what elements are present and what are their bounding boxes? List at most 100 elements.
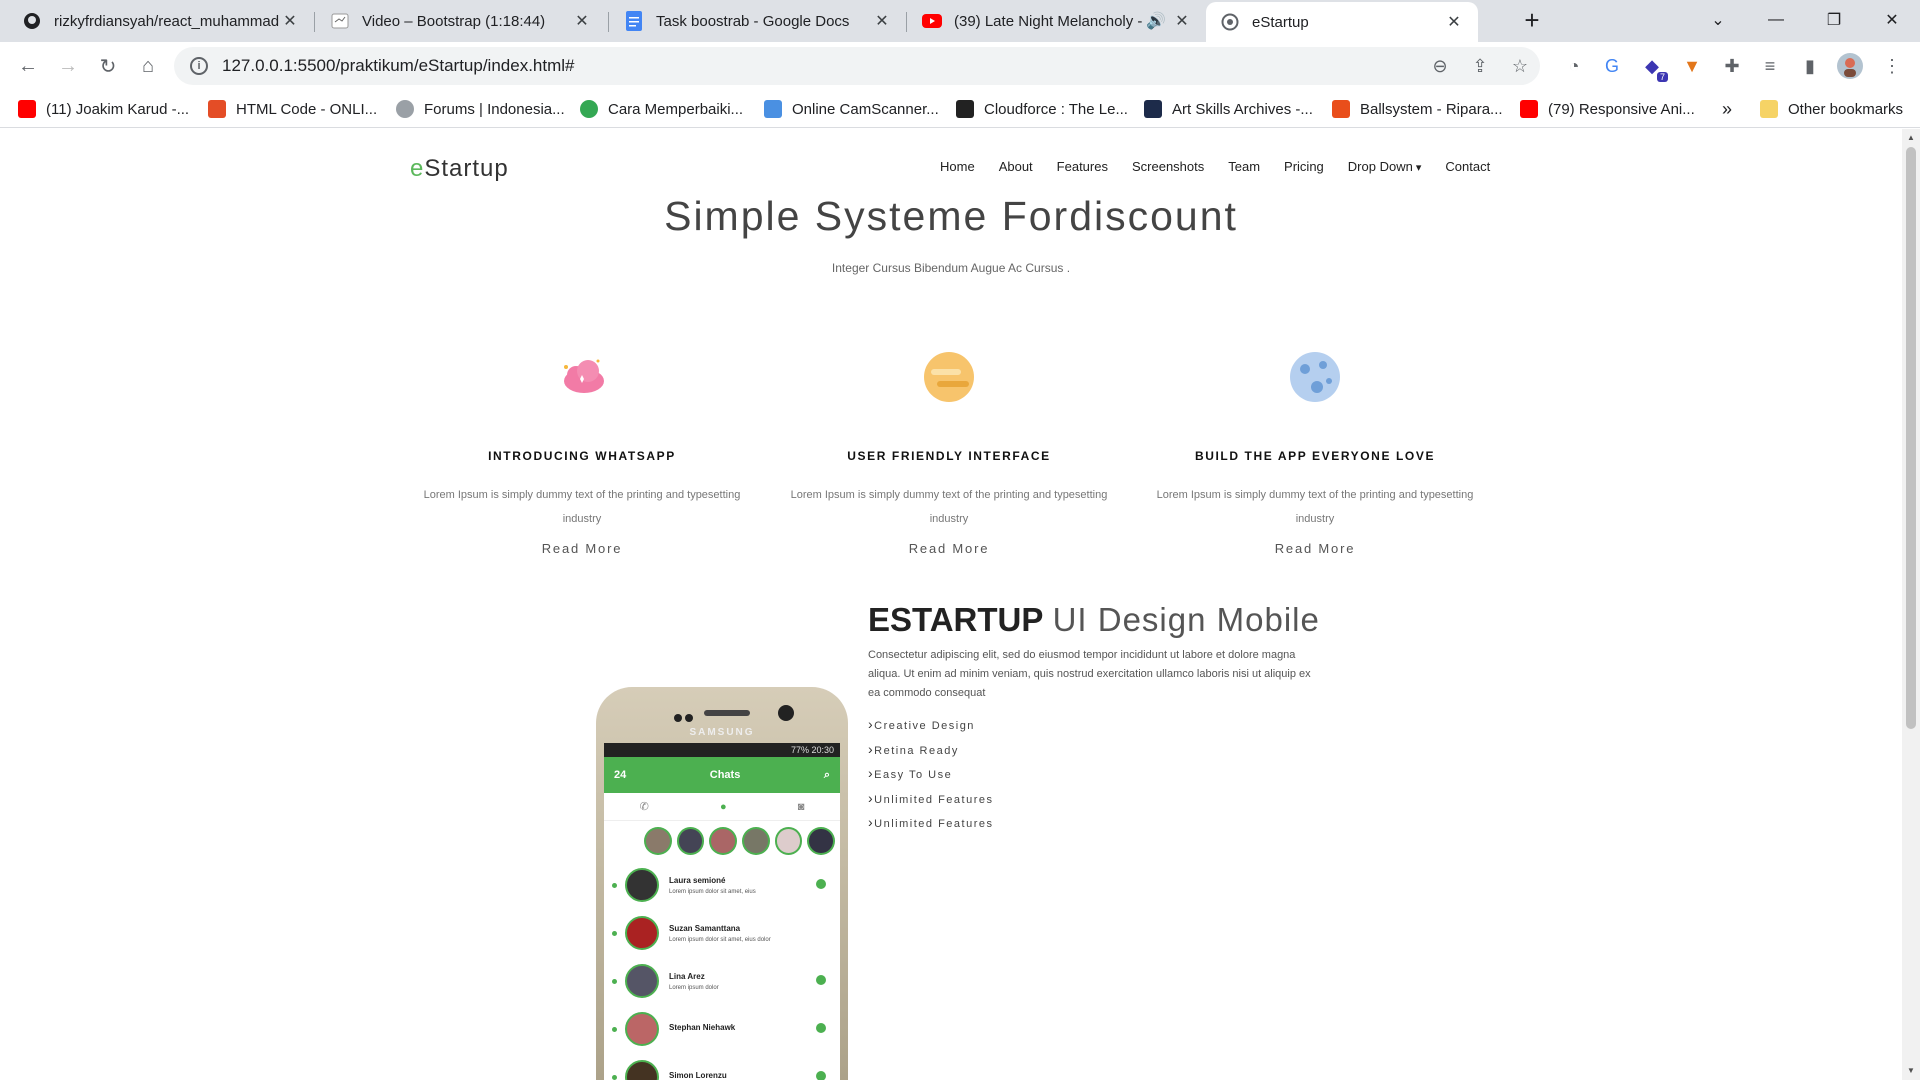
tab-google-docs[interactable]: Task boostrab - Google Docs ✕ bbox=[610, 0, 906, 42]
about-text: Consectetur adipiscing elit, sed do eius… bbox=[868, 649, 1311, 699]
video-icon bbox=[330, 11, 350, 31]
scroll-down-arrow[interactable]: ▼ bbox=[1906, 1066, 1916, 1076]
about-title: ESTARTUP UI Design Mobile bbox=[868, 601, 1320, 638]
chat-count-badge: 24 bbox=[614, 769, 627, 781]
tab-title: rizkyfrdiansyah/react_muhammad bbox=[54, 12, 280, 30]
read-more-link[interactable]: Read More bbox=[775, 541, 1123, 556]
planet-icon bbox=[921, 349, 977, 405]
bookmark-item[interactable]: Cara Memperbaiki... bbox=[580, 98, 743, 120]
tab-bootstrap-video[interactable]: Video – Bootstrap (1:18:44) ✕ bbox=[316, 0, 606, 42]
camera-icon: ◙ bbox=[797, 800, 805, 813]
nav-team[interactable]: Team bbox=[1228, 159, 1260, 174]
nav-features[interactable]: Features bbox=[1057, 159, 1108, 174]
site-logo[interactable]: eStartup bbox=[410, 155, 509, 183]
youtube-icon bbox=[18, 100, 36, 118]
close-icon[interactable]: ✕ bbox=[872, 11, 892, 31]
zoom-icon[interactable]: ⊖ bbox=[1420, 47, 1460, 85]
ballsystem-icon bbox=[1332, 100, 1350, 118]
bookmark-item[interactable]: HTML Code - ONLI... bbox=[208, 98, 377, 120]
share-icon[interactable]: ⇪ bbox=[1460, 47, 1500, 85]
nav-screenshots[interactable]: Screenshots bbox=[1132, 159, 1204, 174]
camscanner-icon bbox=[764, 100, 782, 118]
profile-avatar[interactable] bbox=[1836, 52, 1864, 80]
phone-speaker bbox=[704, 710, 750, 716]
close-icon[interactable]: ✕ bbox=[1172, 11, 1192, 31]
chat-list-item: Laura semioné Lorem ipsum dolor sit amet,… bbox=[604, 861, 840, 909]
reading-list-icon[interactable]: ≡ bbox=[1756, 52, 1784, 80]
chat-list-item: Simon Lorenzu bbox=[604, 1053, 840, 1080]
close-icon[interactable]: ✕ bbox=[1444, 12, 1464, 32]
site-info-icon[interactable]: i bbox=[190, 57, 208, 75]
new-tab-button[interactable]: + bbox=[1508, 0, 1556, 40]
avatar bbox=[625, 1060, 659, 1080]
nav-contact[interactable]: Contact bbox=[1445, 159, 1490, 174]
list-item: Easy To Use bbox=[868, 765, 994, 790]
phone-status-bar: 77% 20:30 bbox=[604, 743, 840, 757]
translate-extension-icon[interactable]: G bbox=[1598, 52, 1626, 80]
scroll-up-arrow[interactable]: ▲ bbox=[1906, 133, 1916, 143]
url-text[interactable]: 127.0.0.1:5500/praktikum/eStartup/index.… bbox=[222, 56, 1420, 76]
tab-github[interactable]: rizkyfrdiansyah/react_muhammad ✕ bbox=[8, 0, 314, 42]
browser-toolbar: ← → ↻ ⌂ i 127.0.0.1:5500/praktikum/eStar… bbox=[0, 42, 1920, 90]
more-bookmarks-button[interactable]: » bbox=[1722, 98, 1732, 120]
bookmark-item[interactable]: Forums | Indonesia... bbox=[396, 98, 565, 120]
side-panel-icon[interactable]: ▮ bbox=[1796, 52, 1824, 80]
feature-title: BUILD THE APP EVERYONE LOVE bbox=[1194, 449, 1436, 463]
address-bar[interactable]: i 127.0.0.1:5500/praktikum/eStartup/inde… bbox=[174, 47, 1540, 85]
bookmark-item[interactable]: Cloudforce : The Le... bbox=[956, 98, 1128, 120]
forward-icon[interactable]: → bbox=[52, 50, 84, 82]
speed-extension-icon[interactable]: ◔ bbox=[1560, 52, 1588, 80]
close-icon[interactable]: ✕ bbox=[572, 11, 592, 31]
tab-estartup[interactable]: eStartup ✕ bbox=[1206, 2, 1478, 42]
nav-dropdown[interactable]: Drop Down bbox=[1348, 159, 1422, 174]
bookmark-star-icon[interactable]: ☆ bbox=[1500, 47, 1540, 85]
youtube-icon bbox=[922, 11, 942, 31]
feature-text: Lorem Ipsum is simply dummy text of the … bbox=[1156, 489, 1474, 525]
list-item: Retina Ready bbox=[868, 741, 994, 766]
chat-list-item: Lina Arez Lorem ipsum dolor bbox=[604, 957, 840, 1005]
close-window-button[interactable]: ✕ bbox=[1868, 0, 1916, 40]
page-scrollbar[interactable]: ▲ ▼ bbox=[1902, 129, 1920, 1080]
read-more-link[interactable]: Read More bbox=[1141, 541, 1489, 556]
tab-separator bbox=[608, 12, 609, 32]
tab-search-icon[interactable]: ⌄ bbox=[1694, 0, 1742, 40]
read-more-link[interactable]: Read More bbox=[408, 541, 756, 556]
extension-badge-icon[interactable]: ◆ 7 bbox=[1638, 52, 1668, 82]
feature-card: INTRODUCING WHATSAPP Lorem Ipsum is simp… bbox=[408, 349, 756, 556]
other-bookmarks-folder[interactable]: Other bookmarks bbox=[1760, 98, 1903, 120]
bookmark-item[interactable]: (79) Responsive Ani... bbox=[1520, 98, 1695, 120]
chat-list-item: Stephan Niehawk bbox=[604, 1005, 840, 1053]
nav-home[interactable]: Home bbox=[940, 159, 975, 174]
menu-kebab-icon[interactable]: ⋮ bbox=[1878, 52, 1906, 80]
tab-separator bbox=[314, 12, 315, 32]
nav-about[interactable]: About bbox=[999, 159, 1033, 174]
tab-youtube-music[interactable]: (39) Late Night Melancholy - 🔊 ✕ bbox=[908, 0, 1206, 42]
nav-pricing[interactable]: Pricing bbox=[1284, 159, 1324, 174]
minimize-button[interactable]: — bbox=[1752, 0, 1800, 40]
bookmark-item[interactable]: Online CamScanner... bbox=[764, 98, 939, 120]
reload-icon[interactable]: ↻ bbox=[92, 50, 124, 82]
bookmark-item[interactable]: (11) Joakim Karud -... bbox=[18, 98, 189, 120]
avatar bbox=[625, 964, 659, 998]
feature-text: Lorem Ipsum is simply dummy text of the … bbox=[423, 489, 741, 525]
github-icon bbox=[22, 11, 42, 31]
close-icon[interactable]: ✕ bbox=[280, 11, 300, 31]
site-icon bbox=[580, 100, 598, 118]
restore-button[interactable]: ❐ bbox=[1810, 0, 1858, 40]
metamask-extension-icon[interactable]: ▼ bbox=[1678, 52, 1706, 80]
docs-icon bbox=[624, 11, 644, 31]
tab-title: eStartup bbox=[1252, 13, 1309, 31]
web-page: eStartup Home About Features Screenshots… bbox=[0, 129, 1902, 1080]
home-icon[interactable]: ⌂ bbox=[132, 50, 164, 82]
avatar bbox=[625, 868, 659, 902]
chat-list-item: Suzan Samanttana Lorem ipsum dolor sit am… bbox=[604, 909, 840, 957]
chat-tabs: ✆ ● ◙ bbox=[604, 793, 840, 821]
scrollbar-thumb[interactable] bbox=[1906, 147, 1916, 729]
bookmark-item[interactable]: Ballsystem - Ripara... bbox=[1332, 98, 1503, 120]
speaker-icon[interactable]: 🔊 bbox=[1146, 11, 1166, 31]
bookmark-item[interactable]: Art Skills Archives -... bbox=[1144, 98, 1313, 120]
phone-brand: SAMSUNG bbox=[689, 727, 755, 738]
extensions-puzzle-icon[interactable]: ✚ bbox=[1718, 52, 1746, 80]
html-icon bbox=[208, 100, 226, 118]
back-icon[interactable]: ← bbox=[12, 50, 44, 82]
